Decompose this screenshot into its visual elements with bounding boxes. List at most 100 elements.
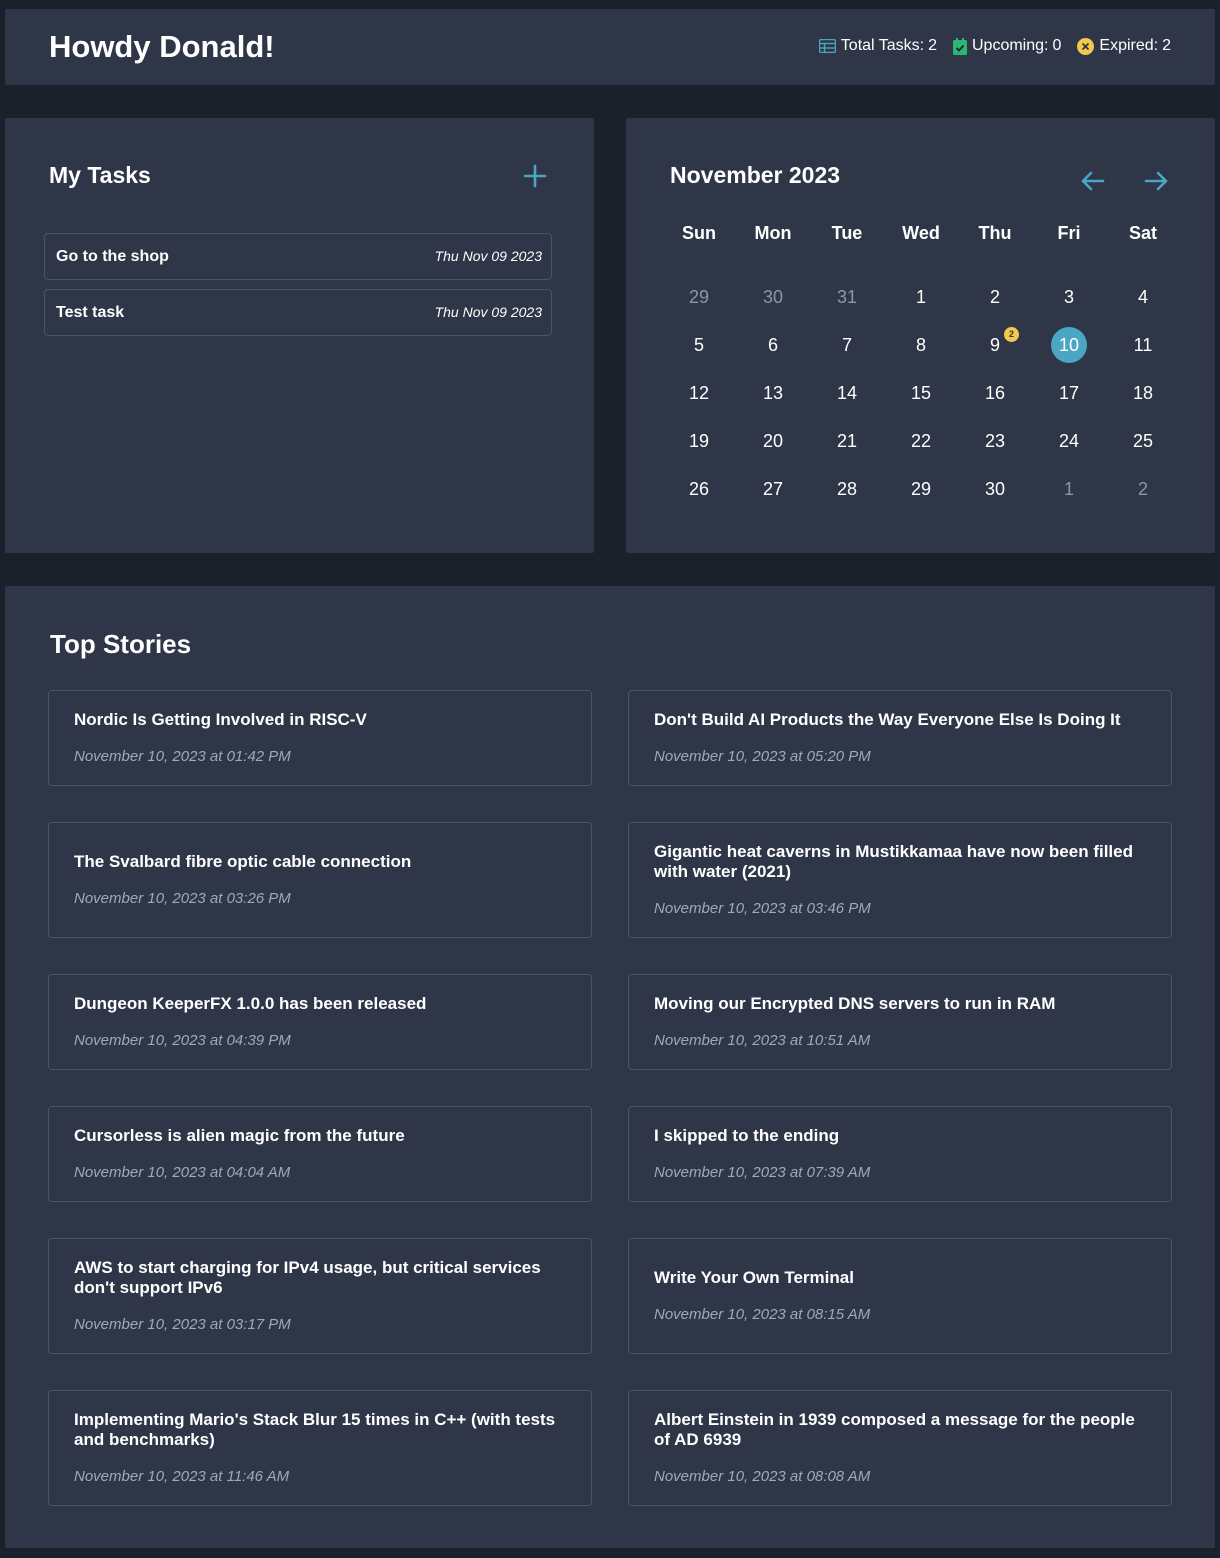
calendar-day[interactable]: 1 <box>884 287 958 308</box>
calendar-day[interactable]: 15 <box>884 383 958 404</box>
tasks-title: My Tasks <box>49 162 151 188</box>
weekday-header: Mon <box>754 223 792 243</box>
calendar-day[interactable]: 20 <box>736 431 810 452</box>
story-card[interactable]: Cursorless is alien magic from the futur… <box>48 1106 592 1202</box>
stat-label: Expired: <box>1099 37 1159 54</box>
stat-upcoming: Upcoming: 0 <box>953 37 1061 55</box>
day-number: 10 <box>1051 327 1087 363</box>
weekday-header: Sun <box>682 223 716 243</box>
calendar-day[interactable]: 29 <box>884 479 958 500</box>
day-number: 28 <box>836 479 858 499</box>
greeting-title: Howdy Donald! <box>49 29 275 64</box>
day-number: 17 <box>1058 383 1080 403</box>
story-date: November 10, 2023 at 03:17 PM <box>74 1316 291 1333</box>
calendar-day[interactable]: 18 <box>1106 383 1180 404</box>
story-card[interactable]: Gigantic heat caverns in Mustikkamaa hav… <box>628 822 1172 938</box>
story-date: November 10, 2023 at 04:04 AM <box>74 1164 291 1181</box>
story-date: November 10, 2023 at 07:39 AM <box>654 1164 871 1181</box>
next-month-button[interactable] <box>1142 169 1170 193</box>
story-card[interactable]: AWS to start charging for IPv4 usage, bu… <box>48 1238 592 1354</box>
calendar-day[interactable]: 2 <box>958 287 1032 308</box>
day-number: 6 <box>767 335 778 355</box>
calendar-day[interactable]: 6 <box>736 335 810 356</box>
story-date: November 10, 2023 at 08:08 AM <box>654 1468 871 1485</box>
story-card[interactable]: Nordic Is Getting Involved in RISC-V Nove… <box>48 690 592 786</box>
day-number: 11 <box>1133 335 1153 355</box>
calendar-day[interactable]: 11 <box>1106 335 1180 356</box>
calendar-day[interactable]: 22 <box>884 431 958 452</box>
weekday-header: Tue <box>831 223 863 243</box>
calendar-day[interactable]: 29 <box>662 287 736 308</box>
calendar-day[interactable]: 14 <box>810 383 884 404</box>
day-number: 14 <box>836 383 858 403</box>
story-card[interactable]: The Svalbard fibre optic cable connectio… <box>48 822 592 938</box>
calendar-day[interactable]: 27 <box>736 479 810 500</box>
calendar-day[interactable]: 13 <box>736 383 810 404</box>
day-number: 12 <box>688 383 710 403</box>
calendar-day[interactable]: 4 <box>1106 287 1180 308</box>
task-item[interactable]: Go to the shop Thu Nov 09 2023 <box>44 233 552 280</box>
calendar-day[interactable]: 30 <box>958 479 1032 500</box>
calendar-day[interactable]: 7 <box>810 335 884 356</box>
day-number: 20 <box>762 431 784 451</box>
prev-month-button[interactable] <box>1079 169 1107 193</box>
day-number: 13 <box>762 383 784 403</box>
stories-panel: Top Stories Nordic Is Getting Involved i… <box>5 586 1215 1548</box>
stat-expired: Expired: 2 <box>1077 37 1171 55</box>
calendar-day[interactable]: 1 <box>1032 479 1106 500</box>
calendar-day[interactable]: 12 <box>662 383 736 404</box>
story-card[interactable]: Write Your Own Terminal November 10, 2023… <box>628 1238 1172 1354</box>
calendar-day[interactable]: 8 <box>884 335 958 356</box>
calendar-day[interactable]: 30 <box>736 287 810 308</box>
calendar-day[interactable]: 21 <box>810 431 884 452</box>
story-title: I skipped to the ending <box>654 1126 840 1145</box>
day-number: 2 <box>1137 479 1148 499</box>
day-number: 1 <box>915 287 926 307</box>
story-title: Implementing Mario's Stack Blur 15 times… <box>74 1410 556 1449</box>
calendar-day[interactable]: 3 <box>1032 287 1106 308</box>
task-stats: Total Tasks: 2 Upcoming: 0 Expired: 2 <box>803 37 1171 55</box>
calendar-day[interactable]: 92 <box>958 327 1032 356</box>
calendar-day[interactable]: 25 <box>1106 431 1180 452</box>
calendar-day[interactable]: 24 <box>1032 431 1106 452</box>
task-title: Test task <box>56 304 125 321</box>
calendar-day[interactable]: 31 <box>810 287 884 308</box>
task-item[interactable]: Test task Thu Nov 09 2023 <box>44 289 552 336</box>
day-number: 24 <box>1058 431 1080 451</box>
story-title: Moving our Encrypted DNS servers to run … <box>654 994 1056 1013</box>
day-number: 19 <box>688 431 710 451</box>
stat-label: Total Tasks: <box>840 37 925 54</box>
story-card[interactable]: Dungeon KeeperFX 1.0.0 has been released… <box>48 974 592 1070</box>
calendar-day[interactable]: 2 <box>1106 479 1180 500</box>
story-card[interactable]: Albert Einstein in 1939 composed a messa… <box>628 1390 1172 1506</box>
calendar-day[interactable]: 16 <box>958 383 1032 404</box>
story-card[interactable]: Implementing Mario's Stack Blur 15 times… <box>48 1390 592 1506</box>
weekday-header: Fri <box>1057 223 1081 243</box>
day-number: 26 <box>688 479 710 499</box>
calendar-day[interactable]: 28 <box>810 479 884 500</box>
calendar-day[interactable]: 17 <box>1032 383 1106 404</box>
day-number: 21 <box>836 431 858 451</box>
day-number: 25 <box>1132 431 1154 451</box>
arrow-left-icon <box>1081 171 1105 191</box>
day-number: 30 <box>762 287 784 307</box>
day-number: 7 <box>841 335 852 355</box>
stat-value: 0 <box>1052 37 1062 54</box>
add-task-button[interactable] <box>522 163 548 189</box>
story-date: November 10, 2023 at 03:46 PM <box>654 900 871 917</box>
stories-title: Top Stories <box>50 629 192 659</box>
stat-total-tasks: Total Tasks: 2 <box>818 37 937 55</box>
story-card[interactable]: Moving our Encrypted DNS servers to run … <box>628 974 1172 1070</box>
story-title: Don't Build AI Products the Way Everyone… <box>654 710 1121 729</box>
plus-icon <box>523 164 547 188</box>
calendar-day[interactable]: 5 <box>662 335 736 356</box>
day-number: 18 <box>1132 383 1154 403</box>
story-card[interactable]: I skipped to the ending November 10, 2023… <box>628 1106 1172 1202</box>
stat-value: 2 <box>928 37 937 54</box>
calendar-day[interactable]: 19 <box>662 431 736 452</box>
calendar-day[interactable]: 23 <box>958 431 1032 452</box>
calendar-day-today[interactable]: 10 <box>1032 327 1106 363</box>
day-number: 3 <box>1063 287 1074 307</box>
story-card[interactable]: Don't Build AI Products the Way Everyone… <box>628 690 1172 786</box>
calendar-day[interactable]: 26 <box>662 479 736 500</box>
